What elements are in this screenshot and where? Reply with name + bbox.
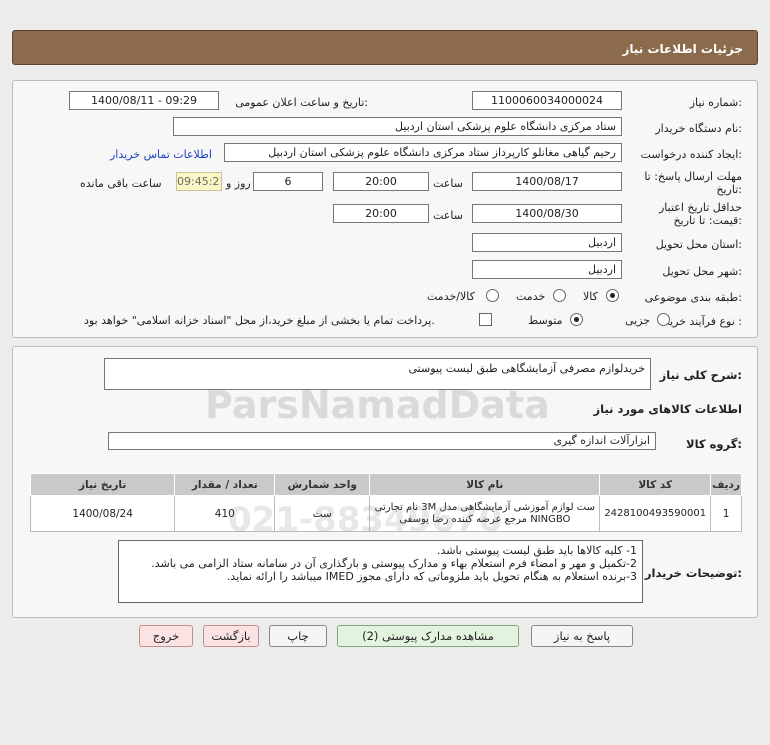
category-radio-service[interactable] (553, 289, 566, 302)
process-radio-minor[interactable] (657, 313, 670, 326)
goods-info-heading: اطلاعات کالاهای مورد نیاز (593, 402, 742, 416)
row-name-line2: NINGBO مرجع عرضه کننده رضا یوسفی (399, 513, 571, 525)
validity-time-field: 20:00 (333, 204, 429, 223)
deadline-date-field: 1400/08/17 (472, 172, 622, 191)
buyer-notes-box: 1- کلیه کالاها باید طبق لیست پیوستی باشد… (118, 540, 643, 603)
validity-label-2: قیمت: تا تاریخ: (673, 214, 742, 227)
need-summary-field: خریدلوازم مصرفی آزمایشگاهی طبق لیست پیوس… (104, 358, 651, 390)
table-row: 1 2428100493590001 ست لوازم آموزشی آزمای… (29, 495, 742, 532)
buyer-org-label: نام دستگاه خریدار: (655, 122, 742, 135)
row-qty: 410 (174, 495, 276, 532)
need-summary-label: شرح کلی نیاز: (659, 368, 742, 382)
buyer-note-3: 3-برنده استعلام به هنگام تحویل باید ملزو… (226, 570, 637, 583)
buyer-contact-link[interactable]: اطلاعات تماس خریدار (110, 148, 212, 161)
delivery-province-label: استان محل تحویل: (655, 238, 742, 251)
goods-group-label: گروه کالا: (686, 437, 742, 451)
category-option-goods-service: کالا/خدمت (427, 290, 475, 303)
col-qty: تعداد / مقدار (174, 473, 276, 496)
row-date: 1400/08/24 (29, 495, 176, 532)
col-name: نام کالا (369, 473, 601, 496)
print-button[interactable]: چاپ (269, 625, 327, 647)
need-number-field: 1100060034000024 (472, 91, 622, 110)
buyer-note-1: 1- کلیه کالاها باید طبق لیست پیوستی باشد… (436, 544, 637, 557)
goods-group-field: ابزارآلات اندازه گیری (108, 432, 656, 450)
category-option-service: خدمت (516, 290, 546, 303)
remaining-time-field: 09:45:21 (176, 172, 222, 191)
buyer-org-field: ستاد مرکزی دانشگاه علوم پزشکی استان اردب… (173, 117, 622, 136)
goods-table: ردیف کد کالا نام کالا واحد شمارش تعداد /… (29, 473, 742, 532)
process-radio-medium[interactable] (570, 313, 583, 326)
process-option-minor: جزیی (625, 314, 651, 327)
category-option-goods: کالا (583, 290, 598, 303)
col-unit: واحد شمارش (274, 473, 371, 496)
announce-datetime-field: 1400/08/11 - 09:29 (69, 91, 219, 110)
page-title: جزئیات اطلاعات نیاز (622, 42, 743, 56)
row-number: 1 (710, 495, 742, 532)
row-name: ست لوازم آموزشی آزمایشگاهی مدل 3M نام تج… (369, 495, 601, 532)
process-option-medium: متوسط (528, 314, 563, 327)
delivery-province-field: اردبیل (472, 233, 622, 252)
deadline-time-field: 20:00 (333, 172, 429, 191)
buyer-note-2: 2-تکمیل و مهر و امضاء فرم استعلام بهاء و… (151, 557, 637, 570)
deadline-label: مهلت ارسال پاسخ: تا (644, 170, 742, 183)
treasury-payment-checkbox[interactable] (479, 313, 492, 326)
reply-button[interactable]: پاسخ به نیاز (531, 625, 633, 647)
creator-field: رحیم گیاهی مغانلو کارپرداز ستاد مرکزی دا… (224, 143, 622, 162)
col-row: ردیف (710, 473, 742, 496)
col-date: تاریخ نیاز (29, 473, 176, 496)
row-code: 2428100493590001 (599, 495, 712, 532)
validity-label: حداقل تاریخ اعتبار (658, 201, 742, 214)
deadline-time-label: ساعت (433, 177, 463, 190)
page-header: جزئیات اطلاعات نیاز (12, 30, 758, 65)
back-button[interactable]: بازگشت (203, 625, 259, 647)
process-type-label: نوع فرآیند خرید : (664, 315, 742, 328)
col-code: کد کالا (599, 473, 712, 496)
category-radio-goods-service[interactable] (486, 289, 499, 302)
exit-button[interactable]: خروج (139, 625, 193, 647)
goods-table-header: ردیف کد کالا نام کالا واحد شمارش تعداد /… (29, 473, 742, 496)
need-number-label: شماره نیاز: (689, 96, 742, 109)
announce-datetime-label: تاریخ و ساعت اعلان عمومی: (235, 96, 368, 109)
validity-date-field: 1400/08/30 (472, 204, 622, 223)
attachments-button[interactable]: مشاهده مدارک پیوستی (2) (337, 625, 519, 647)
delivery-city-field: اردبیل (472, 260, 622, 279)
validity-time-label: ساعت (433, 209, 463, 222)
category-label: طبقه بندی موضوعی: (644, 291, 742, 304)
deadline-label-2: تاریخ: (716, 183, 742, 196)
buyer-notes-label: توضیحات خریدار: (644, 566, 742, 580)
treasury-payment-note: پرداخت تمام یا بخشی از مبلغ خرید،از محل … (84, 314, 435, 327)
row-name-line1: ست لوازم آموزشی آزمایشگاهی مدل 3M نام تج… (374, 501, 595, 513)
remaining-time-label: ساعت باقی مانده (80, 177, 162, 190)
days-label: روز و (226, 177, 251, 190)
category-radio-goods[interactable] (606, 289, 619, 302)
row-unit: ست (274, 495, 371, 532)
creator-label: ایجاد کننده درخواست: (640, 148, 742, 161)
delivery-city-label: شهر محل تحویل: (662, 265, 742, 278)
days-field: 6 (253, 172, 323, 191)
